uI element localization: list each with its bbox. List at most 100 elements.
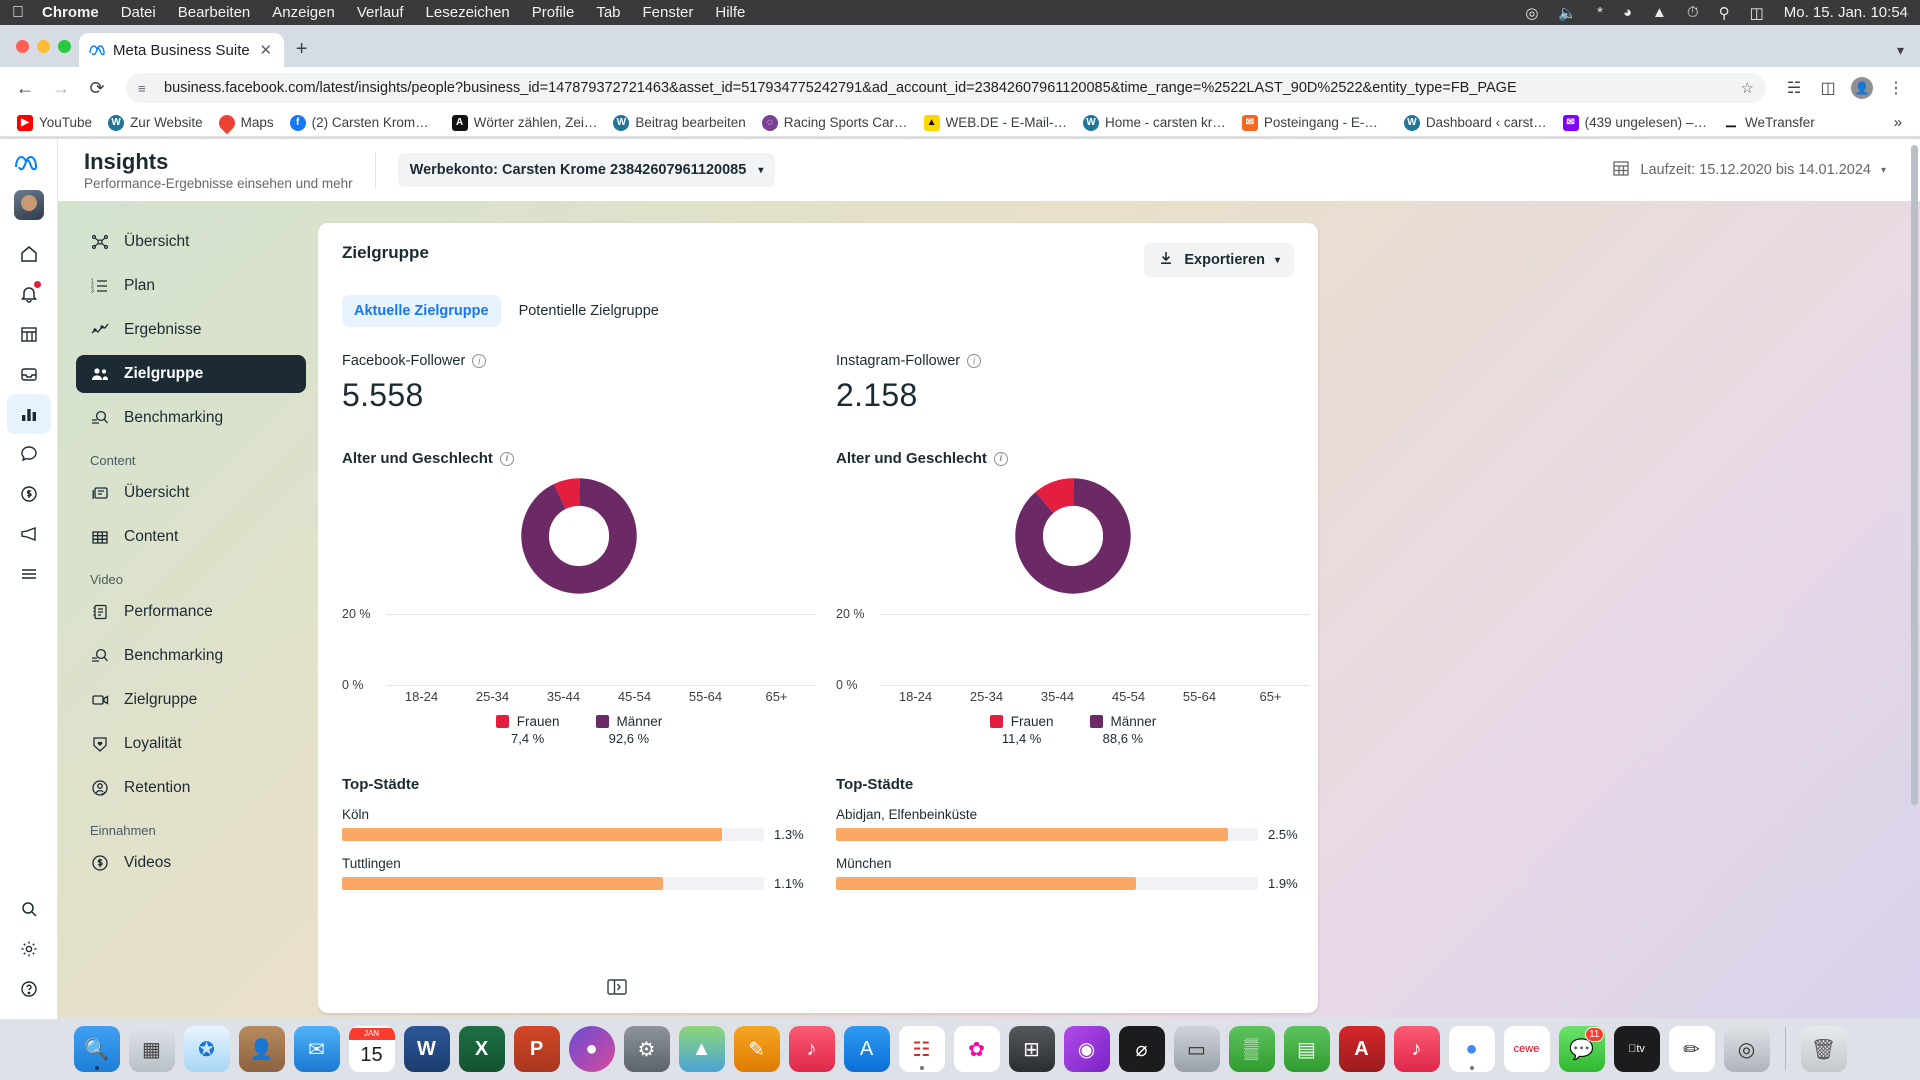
dock-item-messages[interactable]: 💬 11 bbox=[1558, 1026, 1605, 1072]
info-icon[interactable]: i bbox=[967, 354, 982, 368]
bookmark-racing-sports-car[interactable]: ◌ Racing Sports Car… bbox=[755, 112, 915, 134]
eject-icon[interactable]: ▲ bbox=[1652, 4, 1667, 21]
arrow-right-icon[interactable]: → bbox=[46, 73, 76, 103]
menu-item-fenster[interactable]: Fenster bbox=[643, 4, 694, 21]
collapse-panel-icon[interactable] bbox=[606, 977, 628, 997]
clock-icon[interactable]: ⏱ bbox=[1687, 4, 1699, 21]
bookmark-maps[interactable]: Maps bbox=[212, 111, 281, 134]
browser-tab[interactable]: Meta Business Suite ✕ bbox=[79, 33, 284, 67]
dock-item-finder[interactable]: 🔍 bbox=[73, 1026, 120, 1072]
menu-item-hilfe[interactable]: Hilfe bbox=[715, 4, 745, 21]
dock-item-news[interactable]: ☷ bbox=[898, 1026, 945, 1072]
page-scrollbar[interactable] bbox=[1911, 145, 1918, 805]
sidebar-item-video-benchmarking[interactable]: Benchmarking bbox=[76, 637, 306, 675]
search-icon[interactable]: ⚲ bbox=[1719, 4, 1730, 22]
dock-item-freeform[interactable]: ✏ bbox=[1668, 1026, 1715, 1072]
dock-item-calendar[interactable]: JAN 15 bbox=[348, 1026, 395, 1072]
dock-item-trash[interactable]: 🗑 bbox=[1800, 1026, 1847, 1072]
sidebar-item-content[interactable]: Content bbox=[76, 518, 306, 556]
dock-item-cewe[interactable]: cewe bbox=[1503, 1026, 1550, 1072]
side-panel-icon[interactable]: ◫ bbox=[1814, 74, 1842, 102]
chevron-double-right-icon[interactable]: » bbox=[1886, 114, 1910, 131]
rail-item-notifications[interactable] bbox=[7, 274, 51, 314]
menubar-clock[interactable]: Mo. 15. Jan. 10:54 bbox=[1784, 4, 1908, 21]
rail-item-inbox[interactable] bbox=[7, 354, 51, 394]
dock-item-app-store[interactable]: A bbox=[843, 1026, 890, 1072]
info-icon[interactable]: i bbox=[993, 451, 1008, 466]
sidebar-item-plan[interactable]: 123 Plan bbox=[76, 267, 306, 305]
dock-item-powerpoint[interactable]: P bbox=[513, 1026, 560, 1072]
bookmark-wetransfer[interactable]: ⚊ WeTransfer bbox=[1716, 112, 1822, 134]
sidebar-item-ergebnisse[interactable]: Ergebnisse bbox=[76, 311, 306, 349]
dock-item-music[interactable]: ♪ bbox=[788, 1026, 835, 1072]
close-icon[interactable]: ✕ bbox=[258, 41, 274, 59]
sidebar-item-benchmarking[interactable]: Benchmarking bbox=[76, 399, 306, 437]
apple-icon[interactable]:  bbox=[12, 4, 24, 22]
maximize-window-button[interactable] bbox=[58, 39, 71, 53]
tab-potentielle-zielgruppe[interactable]: Potentielle Zielgruppe bbox=[507, 295, 671, 327]
dock-item-launchpad[interactable]: ▦ bbox=[128, 1026, 175, 1072]
arrow-left-icon[interactable]: ← bbox=[10, 73, 40, 103]
bookmark-zur-website[interactable]: W Zur Website bbox=[101, 112, 210, 134]
dock-item-preview[interactable]: ◎ bbox=[1723, 1026, 1770, 1072]
dock-item-zero-app[interactable]: ⌀ bbox=[1118, 1026, 1165, 1072]
meta-logo-icon[interactable] bbox=[14, 153, 43, 178]
minimize-window-button[interactable] bbox=[37, 39, 50, 53]
menu-item-tab[interactable]: Tab bbox=[596, 4, 620, 21]
reload-icon[interactable]: ⟳ bbox=[82, 73, 112, 103]
bookmark-webde[interactable]: ▲ WEB.DE - E-Mail-… bbox=[917, 112, 1075, 134]
dock-item-books[interactable]: ▭ bbox=[1173, 1026, 1220, 1072]
dock-item-maps[interactable]: ▲ bbox=[678, 1026, 725, 1072]
volume-icon[interactable]: 🔈 bbox=[1558, 4, 1577, 22]
puzzle-icon[interactable]: ☵ bbox=[1780, 74, 1808, 102]
menu-item-lesezeichen[interactable]: Lesezeichen bbox=[426, 4, 510, 21]
dock-item-pages[interactable]: ✎ bbox=[733, 1026, 780, 1072]
sidebar-item-loyalitaet[interactable]: Loyalität bbox=[76, 725, 306, 763]
rail-item-planner[interactable] bbox=[7, 314, 51, 354]
bookmark-dashboard[interactable]: W Dashboard ‹ carst… bbox=[1397, 112, 1554, 134]
menu-item-verlauf[interactable]: Verlauf bbox=[357, 4, 404, 21]
bookmark-ungelesen[interactable]: ✉ (439 ungelesen) –… bbox=[1556, 112, 1714, 134]
control-center-icon[interactable]: ◫ bbox=[1750, 4, 1764, 22]
dock-item-podcasts[interactable]: ◉ bbox=[1063, 1026, 1110, 1072]
sidebar-item-zielgruppe[interactable]: Zielgruppe bbox=[76, 355, 306, 393]
dock-item-numbers[interactable]: ▒ bbox=[1228, 1026, 1275, 1072]
sidebar-item-retention[interactable]: Retention bbox=[76, 769, 306, 807]
menu-item-profile[interactable]: Profile bbox=[532, 4, 575, 21]
menu-item-datei[interactable]: Datei bbox=[121, 4, 156, 21]
dock-item-word[interactable]: W bbox=[403, 1026, 450, 1072]
profile-avatar-icon[interactable]: 👤 bbox=[1848, 74, 1876, 102]
rail-item-settings[interactable] bbox=[7, 929, 51, 969]
dock-item-safari[interactable]: ✪ bbox=[183, 1026, 230, 1072]
airdrop-icon[interactable]: ◎ bbox=[1525, 4, 1538, 22]
rail-item-monetization[interactable] bbox=[7, 474, 51, 514]
tune-icon[interactable]: ≡ bbox=[138, 81, 154, 96]
rail-item-ads[interactable] bbox=[7, 514, 51, 554]
dock-item-siri[interactable]: ● bbox=[568, 1026, 615, 1072]
url-text[interactable]: business.facebook.com/latest/insights/pe… bbox=[164, 80, 1517, 96]
dock-item-apple-tv[interactable]: tv bbox=[1613, 1026, 1660, 1072]
rail-item-insights[interactable] bbox=[6, 394, 51, 434]
sidebar-item-video-zielgruppe[interactable]: Zielgruppe bbox=[76, 681, 306, 719]
address-bar[interactable]: ≡ business.facebook.com/latest/insights/… bbox=[126, 73, 1766, 103]
dock-item-contacts[interactable]: 👤 bbox=[238, 1026, 285, 1072]
tab-aktuelle-zielgruppe[interactable]: Aktuelle Zielgruppe bbox=[342, 295, 501, 327]
dock-item-facetime[interactable]: ▤ bbox=[1283, 1026, 1330, 1072]
rail-item-search[interactable] bbox=[7, 889, 51, 929]
bluetooth-icon[interactable]: * bbox=[1597, 4, 1603, 21]
bookmark-woerter-zaehlen[interactable]: A Wörter zählen, Zei… bbox=[445, 112, 605, 134]
dock-item-chrome[interactable]: ● bbox=[1448, 1026, 1495, 1072]
bookmark-posteingang[interactable]: ✉ Posteingang - E-M… bbox=[1235, 112, 1395, 134]
menu-item-chrome[interactable]: Chrome bbox=[42, 4, 99, 21]
bookmark-beitrag-bearbeiten[interactable]: W Beitrag bearbeiten bbox=[606, 112, 752, 134]
bookmark-home-carsten[interactable]: W Home - carsten kr… bbox=[1076, 112, 1233, 134]
chevron-down-icon[interactable]: ▾ bbox=[1897, 42, 1920, 67]
sidebar-item-content-uebersicht[interactable]: Übersicht bbox=[76, 474, 306, 512]
sidebar-item-einnahmen-videos[interactable]: Videos bbox=[76, 844, 306, 882]
menu-item-anzeigen[interactable]: Anzeigen bbox=[272, 4, 335, 21]
dock-item-acrobat[interactable]: A bbox=[1338, 1026, 1385, 1072]
dock-item-apple-music[interactable]: ♪ bbox=[1393, 1026, 1440, 1072]
info-icon[interactable]: i bbox=[499, 451, 514, 466]
sidebar-item-performance[interactable]: Performance bbox=[76, 593, 306, 631]
close-window-button[interactable] bbox=[16, 39, 29, 53]
